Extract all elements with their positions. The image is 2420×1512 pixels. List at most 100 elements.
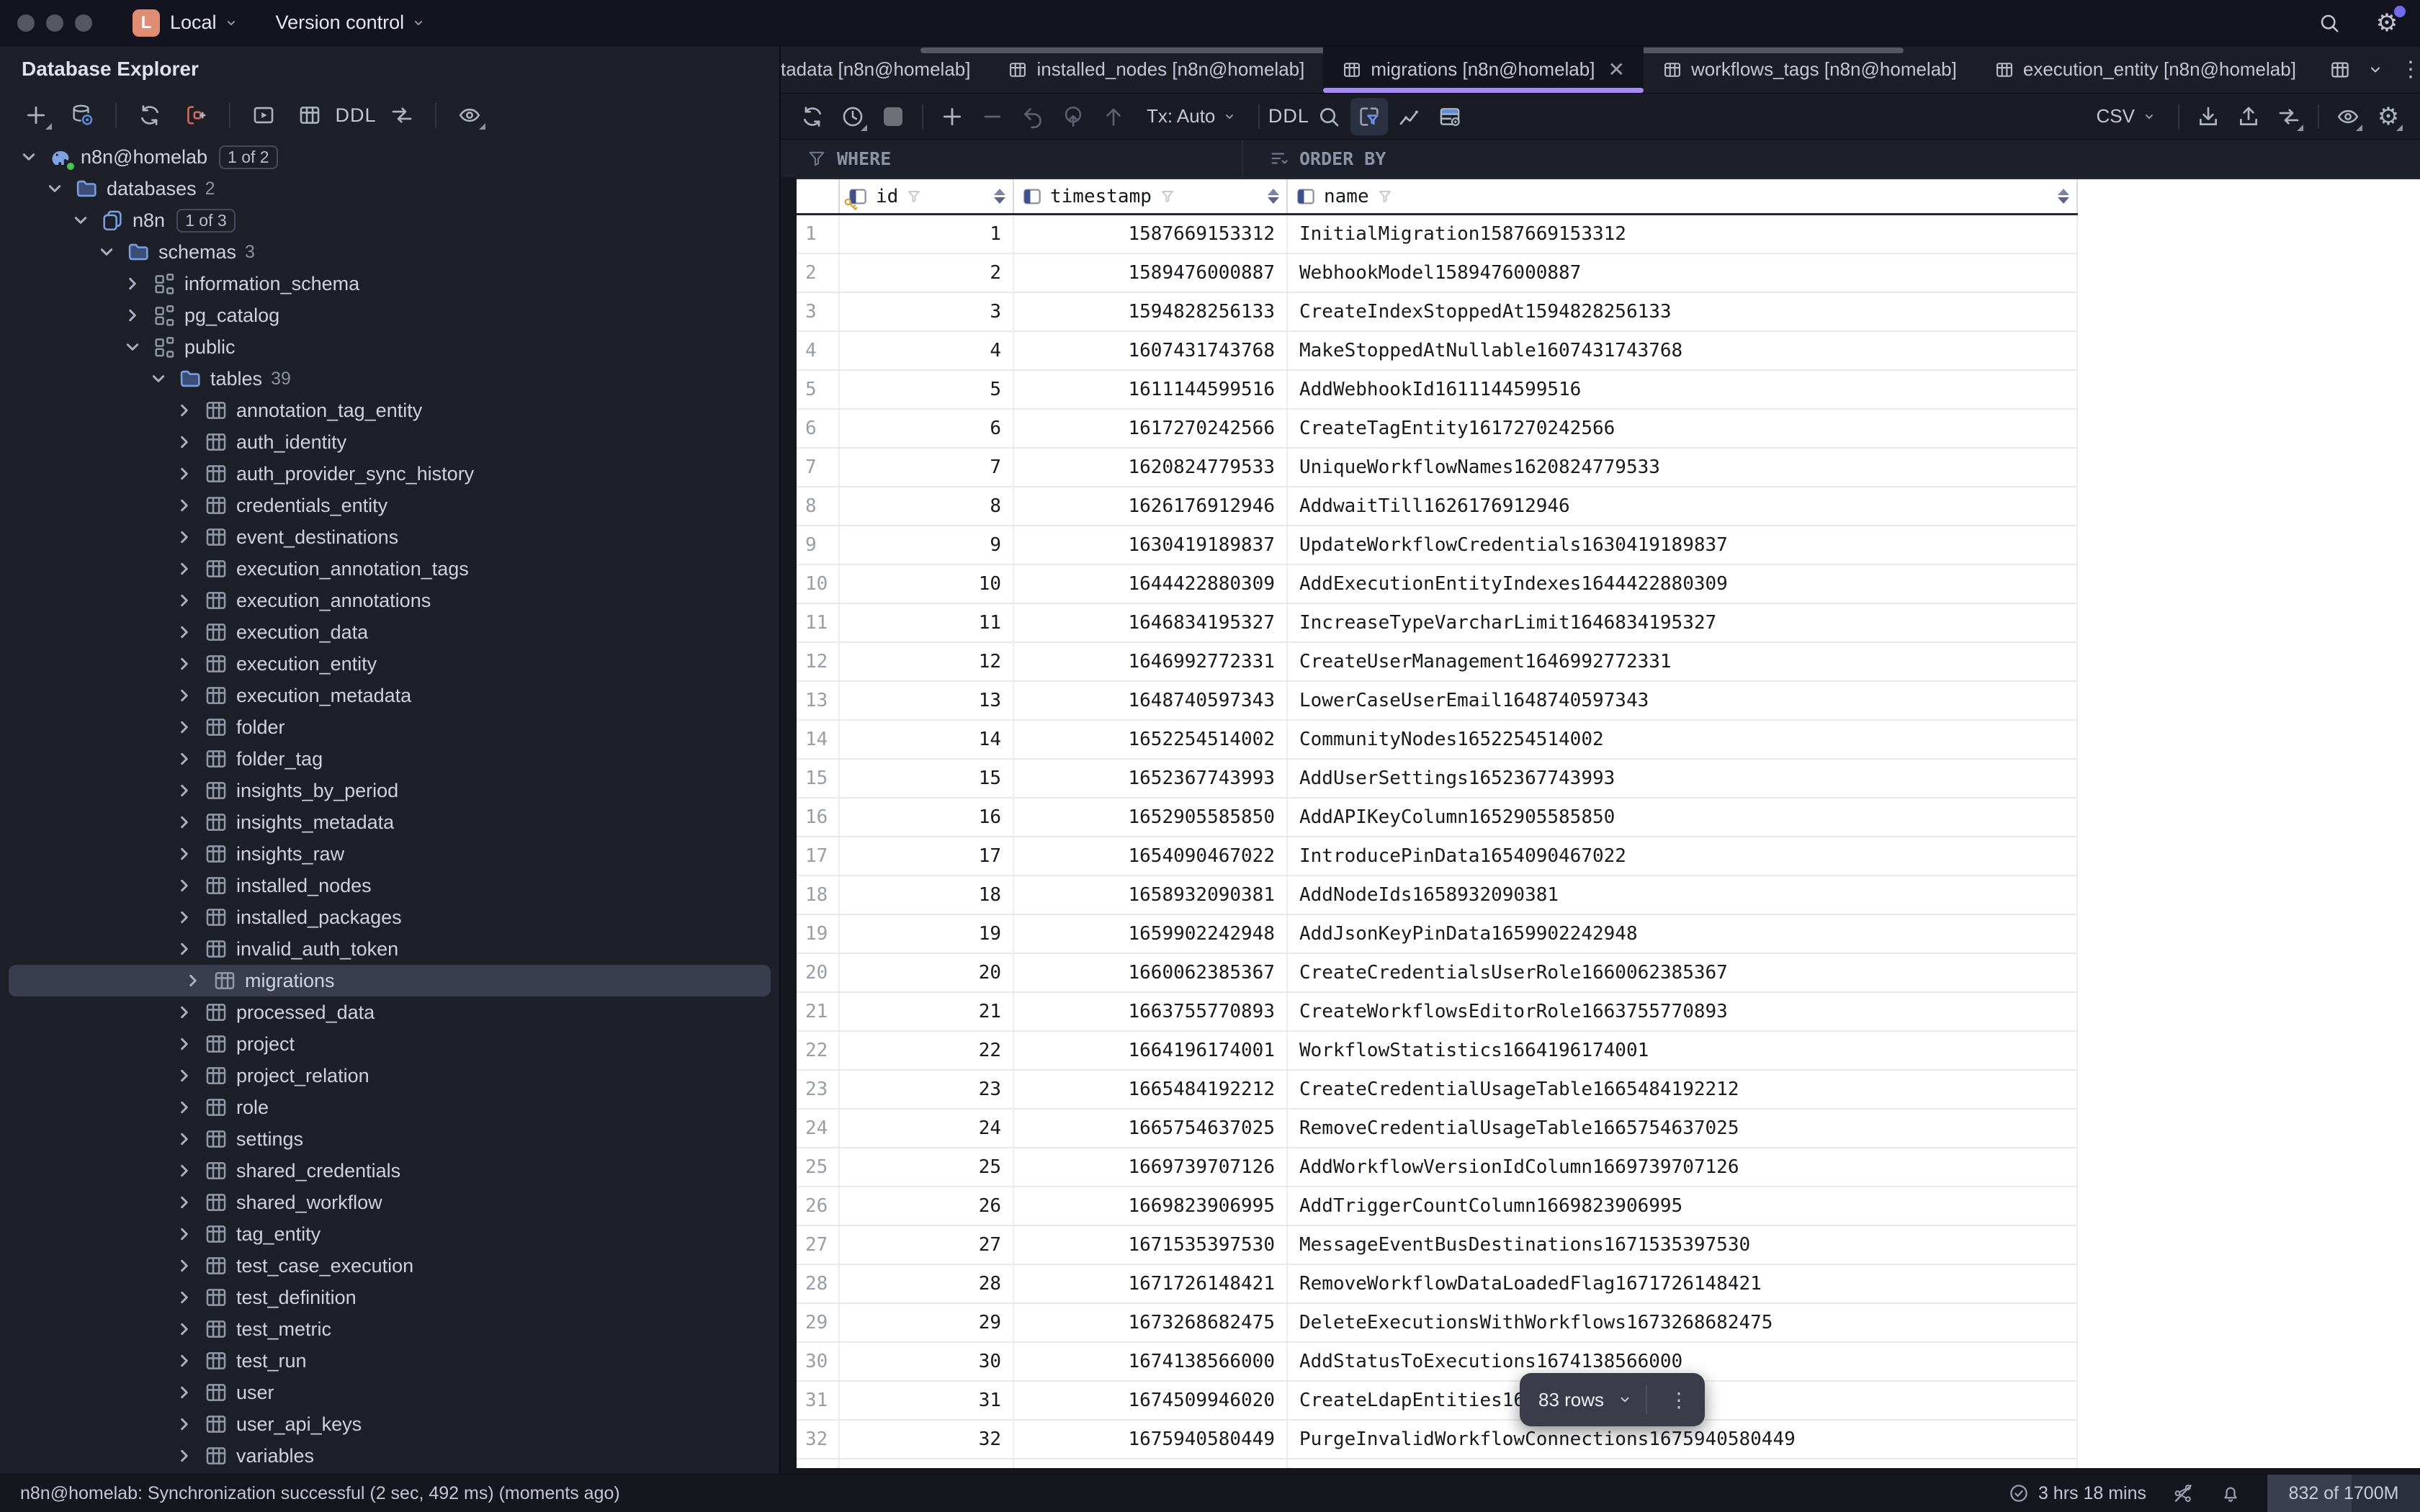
cell-id[interactable]: 25 — [840, 1148, 1014, 1186]
submit-button[interactable] — [1095, 98, 1132, 135]
tree-item-test_case_execution[interactable]: test_case_execution — [0, 1250, 779, 1282]
chevron-right-icon[interactable] — [173, 1032, 196, 1056]
tree-item-user[interactable]: user — [0, 1377, 779, 1408]
cell-timestamp[interactable]: 1658932090381 — [1014, 876, 1288, 914]
chevron-down-icon[interactable] — [121, 336, 144, 359]
tree-item-schemas[interactable]: schemas 3 — [0, 236, 779, 268]
tree-item-insights_metadata[interactable]: insights_metadata — [0, 806, 779, 838]
column-filter-icon[interactable] — [905, 188, 923, 205]
chevron-right-icon[interactable] — [121, 272, 144, 295]
menu-version-control[interactable]: Version control — [276, 12, 426, 34]
table-row[interactable]: 14 14 1652254514002 CommunityNodes165225451… — [797, 721, 2078, 760]
cell-id[interactable]: 18 — [840, 876, 1014, 914]
tree-item-public[interactable]: public — [0, 331, 779, 363]
sort-arrows-icon[interactable] — [2058, 189, 2069, 204]
cell-timestamp[interactable]: 1671535397530 — [1014, 1226, 1288, 1264]
cell-name[interactable]: IncreaseTypeVarcharLimit1646834195327 — [1288, 604, 2078, 642]
compare-button[interactable] — [2270, 98, 2308, 135]
cell-timestamp[interactable]: 1652367743993 — [1014, 760, 1288, 797]
chevron-right-icon[interactable] — [182, 969, 205, 992]
table-row[interactable]: 19 19 1659902242948 AddJsonKeyPinData165990… — [797, 915, 2078, 954]
sort-arrows-icon[interactable] — [994, 189, 1005, 204]
table-row[interactable]: 20 20 1660062385367 CreateCredentialsUserRo… — [797, 954, 2078, 993]
cell-id[interactable]: 27 — [840, 1226, 1014, 1264]
cell-id[interactable]: 5 — [840, 371, 1014, 408]
cell-timestamp[interactable]: 1654090467022 — [1014, 837, 1288, 875]
disconnect-button[interactable] — [176, 96, 216, 134]
tree-item-installed_nodes[interactable]: installed_nodes — [0, 870, 779, 901]
tree-item-folder[interactable]: folder — [0, 711, 779, 743]
cell-name[interactable]: AddExecutionEntityIndexes1644422880309 — [1288, 565, 2078, 603]
chevron-right-icon[interactable] — [173, 1254, 196, 1277]
chevron-right-icon[interactable] — [173, 621, 196, 644]
memory-indicator[interactable]: 832 of 1700M — [2267, 1475, 2420, 1512]
cell-id[interactable]: 20 — [840, 954, 1014, 991]
table-row[interactable]: 27 27 1671535397530 MessageEventBusDestinat… — [797, 1226, 2078, 1265]
cell-id[interactable]: 16 — [840, 798, 1014, 836]
cell-timestamp[interactable]: 1630419189837 — [1014, 526, 1288, 564]
tree-item-execution_annotation_tags[interactable]: execution_annotation_tags — [0, 553, 779, 585]
tree-item-test_run[interactable]: test_run — [0, 1345, 779, 1377]
grid-settings-button[interactable]: ⚙ — [2370, 98, 2407, 135]
cell-id[interactable]: 1 — [840, 215, 1014, 253]
chevron-down-icon[interactable] — [17, 145, 40, 168]
tree-item-project[interactable]: project — [0, 1028, 779, 1060]
table-row[interactable]: 12 12 1646992772331 CreateUserManagement164… — [797, 643, 2078, 682]
cell-timestamp[interactable]: 1611144599516 — [1014, 371, 1288, 408]
close-icon[interactable]: ✕ — [1608, 58, 1624, 81]
chevron-right-icon[interactable] — [173, 1064, 196, 1087]
tree-item-credentials_entity[interactable]: credentials_entity — [0, 490, 779, 521]
table-row[interactable]: 7 7 1620824779533 UniqueWorkflowNames162082… — [797, 449, 2078, 487]
chevron-right-icon[interactable] — [173, 1001, 196, 1024]
cell-timestamp[interactable]: 1594828256133 — [1014, 293, 1288, 330]
rows-count-pill[interactable]: 83 rows ⋮ — [1520, 1373, 1706, 1426]
column-filter-icon[interactable] — [1159, 188, 1176, 205]
chevron-right-icon[interactable] — [173, 1096, 196, 1119]
tree-item-folder_tag[interactable]: folder_tag — [0, 743, 779, 775]
cell-timestamp[interactable]: 1664196174001 — [1014, 1032, 1288, 1069]
cell-name[interactable]: AddAPIKeyColumn1652905585850 — [1288, 798, 2078, 836]
cell-id[interactable]: 8 — [840, 487, 1014, 525]
tree-item-shared_workflow[interactable]: shared_workflow — [0, 1187, 779, 1218]
cell-id[interactable]: 13 — [840, 682, 1014, 719]
chevron-right-icon[interactable] — [173, 1318, 196, 1341]
chevron-down-icon[interactable] — [69, 209, 92, 232]
tree-item-insights_by_period[interactable]: insights_by_period — [0, 775, 779, 806]
find-button[interactable] — [1310, 98, 1348, 135]
cell-name[interactable]: LowerCaseUserEmail1648740597343 — [1288, 682, 2078, 719]
table-row[interactable]: 25 25 1669739707126 AddWorkflowVersionIdCol… — [797, 1148, 2078, 1187]
cell-name[interactable]: CreateCredentialUsageTable1665484192212 — [1288, 1071, 2078, 1108]
table-row[interactable]: 2 2 1589476000887 WebhookModel1589476000887 — [797, 254, 2078, 293]
table-row[interactable]: 26 26 1669823906995 AddTriggerCountColumn16… — [797, 1187, 2078, 1226]
tree-item-migrations[interactable]: migrations — [9, 965, 771, 996]
cell-name[interactable]: CreateWorkflowsEditorRole1663755770893 — [1288, 993, 2078, 1030]
window-controls[interactable] — [17, 14, 92, 32]
column-header-name[interactable]: name — [1288, 179, 2078, 213]
chevron-right-icon[interactable] — [173, 1286, 196, 1309]
cell-id[interactable]: 24 — [840, 1110, 1014, 1147]
cell-id[interactable]: 17 — [840, 837, 1014, 875]
tab-execution_entity[interactable]: execution_entity [n8n@homelab] — [1976, 46, 2315, 93]
tree-item-test_definition[interactable]: test_definition — [0, 1282, 779, 1313]
table-row[interactable]: 3 3 1594828256133 CreateIndexStoppedAt15948… — [797, 293, 2078, 332]
cell-name[interactable]: RemoveWorkflowDataLoadedFlag167172614842… — [1288, 1265, 2078, 1302]
table-row[interactable]: 15 15 1652367743993 AddUserSettings16523677… — [797, 760, 2078, 798]
chevron-right-icon[interactable] — [173, 1159, 196, 1182]
tree-item-insights_raw[interactable]: insights_raw — [0, 838, 779, 870]
chevron-right-icon[interactable] — [173, 874, 196, 897]
chevron-right-icon[interactable] — [173, 747, 196, 770]
cell-timestamp[interactable]: 1607431743768 — [1014, 332, 1288, 369]
column-header-timestamp[interactable]: timestamp — [1014, 179, 1288, 213]
chevron-right-icon[interactable] — [173, 906, 196, 929]
tree-item-tables[interactable]: tables 39 — [0, 363, 779, 395]
tree-item-event_destinations[interactable]: event_destinations — [0, 521, 779, 553]
offline-indicator[interactable] — [2172, 1482, 2194, 1504]
cell-timestamp[interactable]: 1587669153312 — [1014, 215, 1288, 253]
delete-row-button[interactable] — [974, 98, 1011, 135]
export-format-select[interactable]: CSV — [2085, 105, 2168, 127]
table-row[interactable]: 33331676996103000MigrateExecutionStatus1… — [797, 1459, 2078, 1468]
cell-timestamp[interactable]: 1652905585850 — [1014, 798, 1288, 836]
table-settings-button[interactable] — [1431, 98, 1469, 135]
cell-timestamp[interactable]: 1646834195327 — [1014, 604, 1288, 642]
menu-local[interactable]: Local — [170, 12, 238, 34]
